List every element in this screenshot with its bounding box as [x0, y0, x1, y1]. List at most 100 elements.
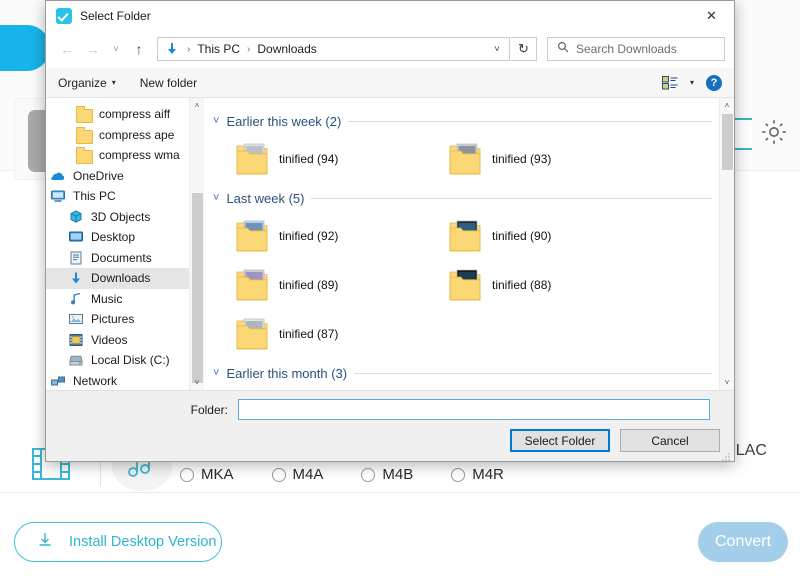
radio-m4r[interactable]: M4R	[451, 466, 504, 483]
chevron-down-icon[interactable]: ˅	[486, 38, 508, 60]
folder-item-label: tinified (92)	[279, 229, 338, 243]
file-list-scrollbar[interactable]: ˄ ˅	[719, 98, 734, 390]
dialog-titlebar: Select Folder ✕	[46, 1, 734, 30]
organize-button[interactable]: Organize ▾	[58, 76, 116, 90]
folder-item[interactable]: tinified (93)	[426, 134, 639, 183]
new-folder-button[interactable]: New folder	[140, 76, 197, 90]
tree-item-pictures[interactable]: Pictures	[46, 309, 204, 330]
downloads-icon	[68, 270, 84, 286]
format-radio-group[interactable]: MKA M4A M4B M4R	[180, 466, 542, 483]
radio-dot-icon	[361, 468, 375, 482]
scroll-up-icon[interactable]: ˄	[720, 98, 734, 113]
cancel-button[interactable]: Cancel	[620, 429, 720, 452]
local-disk-icon	[68, 352, 84, 368]
select-folder-button[interactable]: Select Folder	[510, 429, 610, 452]
file-group-title: Earlier this month (3)	[226, 366, 347, 381]
file-list-scrollbar-thumb[interactable]	[722, 114, 733, 170]
file-group-header[interactable]: ˅Last week (5)	[213, 187, 734, 209]
gear-icon[interactable]	[758, 116, 790, 148]
chevron-down-icon[interactable]: ˅	[213, 367, 219, 379]
folder-item[interactable]: tinified (94)	[213, 134, 426, 183]
tree-item-documents[interactable]: Documents	[46, 248, 204, 269]
tree-item-3d-objects[interactable]: 3D Objects	[46, 207, 204, 228]
chevron-down-icon: ▾	[112, 78, 116, 87]
toolbar-right-group: ▾ ?	[662, 75, 722, 91]
scroll-down-icon[interactable]: ˅	[190, 375, 204, 390]
recent-locations-button[interactable]: ˅	[107, 37, 125, 61]
folder-item[interactable]: tinified (87)	[213, 309, 426, 358]
tree-item-label: Network	[73, 374, 117, 388]
breadcrumb-this-pc[interactable]: This PC	[195, 42, 242, 56]
tree-item-local-disk-c[interactable]: Local Disk (C:)	[46, 350, 204, 371]
tree-scrollbar-thumb[interactable]	[192, 193, 203, 383]
search-placeholder: Search Downloads	[576, 42, 677, 56]
radio-m4b[interactable]: M4B	[361, 466, 413, 483]
radio-mka[interactable]: MKA	[180, 466, 234, 483]
radio-label: MKA	[201, 466, 234, 483]
chevron-down-icon[interactable]: ˅	[213, 115, 219, 127]
convert-button[interactable]: Convert	[698, 522, 788, 562]
folder-item-label: tinified (89)	[279, 278, 338, 292]
tree-scrollbar[interactable]: ˄ ˅	[189, 98, 204, 390]
tree-item-label: Pictures	[91, 312, 134, 326]
tree-item-label: This PC	[73, 189, 116, 203]
radio-label: M4R	[472, 466, 504, 483]
forward-button[interactable]: →	[81, 37, 105, 61]
tree-item-compress-aiff[interactable]: compress aiff	[46, 104, 204, 125]
install-desktop-version-button[interactable]: Install Desktop Version	[14, 522, 222, 562]
tree-item-music[interactable]: Music	[46, 289, 204, 310]
up-button[interactable]: ↑	[127, 37, 151, 61]
chevron-down-icon[interactable]: ˅	[213, 192, 219, 204]
tree-item-onedrive[interactable]: OneDrive	[46, 166, 204, 187]
network-icon	[50, 373, 66, 389]
tree-item-label: Videos	[91, 333, 127, 347]
tree-item-label: Music	[91, 292, 122, 306]
tree-item-this-pc[interactable]: This PC	[46, 186, 204, 207]
select-folder-dialog: Select Folder ✕ ← → ˅ ↑ › This PC › Down…	[45, 0, 735, 462]
tree-item-label: compress ape	[99, 128, 174, 142]
breadcrumb-separator: ›	[182, 44, 195, 55]
search-input[interactable]: Search Downloads	[547, 37, 725, 61]
help-icon[interactable]: ?	[706, 75, 722, 91]
folder-item[interactable]: tinified (92)	[213, 211, 426, 260]
file-group-header[interactable]: ˅Earlier this week (2)	[213, 110, 734, 132]
refresh-button[interactable]: ↻	[511, 37, 537, 61]
folder-input[interactable]	[238, 399, 710, 420]
address-bar[interactable]: › This PC › Downloads ˅	[157, 37, 510, 61]
folder-item[interactable]: tinified (89)	[213, 260, 426, 309]
dialog-toolbar: Organize ▾ New folder ▾ ?	[46, 68, 734, 98]
dialog-footer: Folder: Select Folder Cancel	[46, 390, 734, 461]
folder-tree[interactable]: compress aiff compress ape compress wmaOne…	[46, 98, 205, 390]
back-button[interactable]: ←	[55, 37, 79, 61]
folder-item[interactable]: tinified (90)	[426, 211, 639, 260]
group-divider	[311, 198, 712, 199]
chevron-down-icon[interactable]: ▾	[690, 78, 694, 87]
radio-label: M4A	[293, 466, 324, 483]
folder-thumbnail-icon	[448, 217, 482, 255]
radio-m4a[interactable]: M4A	[272, 466, 324, 483]
radio-label: M4B	[382, 466, 413, 483]
pictures-icon	[68, 311, 84, 327]
folder-icon	[76, 106, 92, 122]
file-list[interactable]: ˅Earlier this week (2)tinified (94)tinif…	[205, 98, 734, 390]
breadcrumb-downloads[interactable]: Downloads	[255, 42, 318, 56]
tree-item-compress-wma[interactable]: compress wma	[46, 145, 204, 166]
resize-grip-icon[interactable]	[721, 449, 731, 459]
folder-item-label: tinified (90)	[492, 229, 551, 243]
tree-item-desktop[interactable]: Desktop	[46, 227, 204, 248]
this-pc-icon	[50, 188, 66, 204]
group-divider	[348, 121, 712, 122]
close-icon[interactable]: ✕	[689, 1, 734, 30]
tree-item-downloads[interactable]: Downloads	[46, 268, 204, 289]
downloads-icon	[164, 41, 180, 57]
scroll-up-icon[interactable]: ˄	[190, 98, 204, 113]
view-layout-icon[interactable]	[662, 76, 678, 90]
scroll-down-icon[interactable]: ˅	[720, 375, 734, 390]
tree-item-videos[interactable]: Videos	[46, 330, 204, 351]
tree-item-label: Local Disk (C:)	[91, 353, 170, 367]
tree-item-network[interactable]: Network	[46, 371, 204, 391]
folder-item[interactable]: tinified (88)	[426, 260, 639, 309]
folder-thumbnail-icon	[235, 266, 269, 304]
tree-item-compress-ape[interactable]: compress ape	[46, 125, 204, 146]
file-group-header[interactable]: ˅ Earlier this month (3)	[213, 362, 734, 384]
